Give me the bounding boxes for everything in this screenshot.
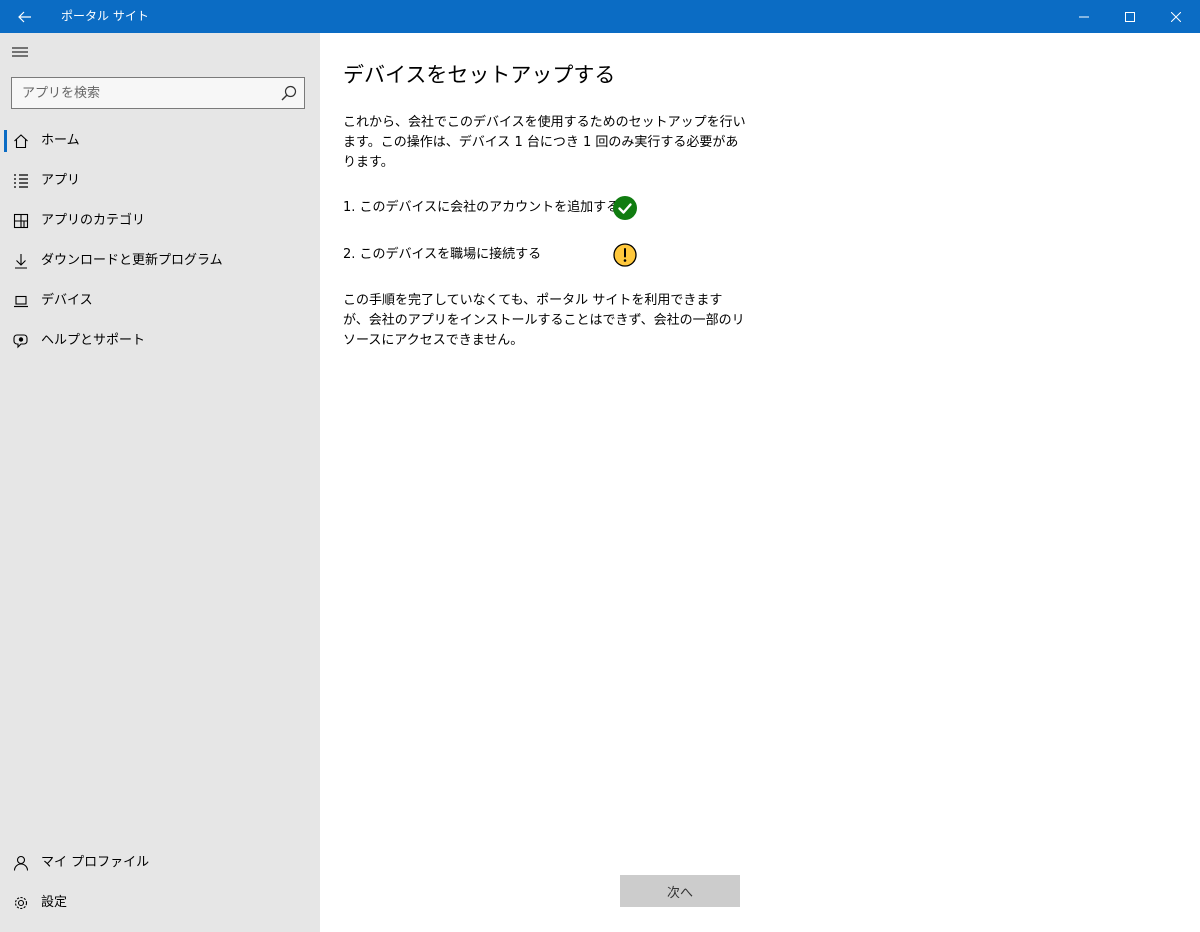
maximize-button[interactable] [1107, 0, 1153, 33]
menu-button[interactable] [6, 37, 34, 67]
intro-text: これから、会社でこのデバイスを使用するためのセットアップを行います。この操作は、… [343, 115, 746, 170]
nav-item-downloads[interactable]: ダウンロードと更新プログラム [0, 243, 320, 279]
nav-item-apps[interactable]: アプリ [0, 163, 320, 199]
minimize-icon [1079, 16, 1089, 17]
next-button[interactable]: 次へ [620, 875, 740, 907]
back-arrow-icon [18, 11, 31, 22]
nav-item-label: アプリ [41, 173, 81, 188]
home-icon [11, 131, 31, 151]
laptop-icon [11, 291, 31, 311]
step-connect-work: 2. このデバイスを職場に接続する [343, 242, 541, 268]
warning-circle-icon [613, 243, 637, 267]
main-content: デバイスをセットアップする これから、会社でこのデバイスを使用するためのセットア… [320, 33, 1200, 932]
check-circle-icon [613, 196, 637, 220]
nav-item-categories[interactable]: アプリのカテゴリ [0, 203, 320, 239]
nav-item-label: ダウンロードと更新プログラム [41, 253, 223, 268]
step-add-account: 1. このデバイスに会社のアカウントを追加する [343, 195, 619, 221]
nav-item-label: 設定 [41, 895, 68, 910]
step-label: 2. このデバイスを職場に接続する [343, 247, 542, 262]
gear-icon [11, 893, 31, 913]
search-icon [281, 85, 297, 101]
hamburger-icon [12, 47, 28, 57]
maximize-icon [1125, 11, 1135, 22]
download-icon [11, 251, 31, 271]
nav-item-settings[interactable]: 設定 [0, 885, 320, 921]
categories-icon [11, 211, 31, 231]
nav-item-devices[interactable]: デバイス [0, 283, 320, 319]
close-icon [1171, 11, 1181, 22]
nav-item-label: ホーム [41, 133, 80, 148]
nav-item-profile[interactable]: マイ プロファイル [0, 845, 320, 881]
page-title: デバイスをセットアップする [343, 63, 616, 87]
close-button[interactable] [1153, 0, 1199, 33]
window-title: ポータル サイト [61, 9, 149, 23]
apps-list-icon [11, 171, 31, 191]
nav-item-label: マイ プロファイル [41, 855, 150, 870]
nav-item-home[interactable]: ホーム [0, 123, 320, 159]
nav-item-label: ヘルプとサポート [41, 333, 146, 348]
step-label: 1. このデバイスに会社のアカウントを追加する [343, 200, 620, 215]
nav-item-help[interactable]: ヘルプとサポート [0, 323, 320, 359]
nav-item-label: デバイス [41, 293, 93, 308]
search-input[interactable] [12, 78, 274, 108]
search-box [11, 77, 305, 109]
search-button[interactable] [278, 82, 300, 104]
back-button[interactable] [8, 0, 42, 33]
help-support-icon [11, 331, 31, 351]
note-text: この手順を完了していなくても、ポータル サイトを利用できますが、会社のアプリをイ… [343, 293, 745, 348]
minimize-button[interactable] [1061, 0, 1107, 33]
title-bar: ポータル サイト [0, 0, 1200, 33]
nav-item-label: アプリのカテゴリ [41, 213, 146, 228]
person-icon [11, 853, 31, 873]
sidebar: ホーム アプリ アプリのカテゴリ ダウンロードと更新プログラム デバイス ヘルプ… [0, 33, 320, 932]
